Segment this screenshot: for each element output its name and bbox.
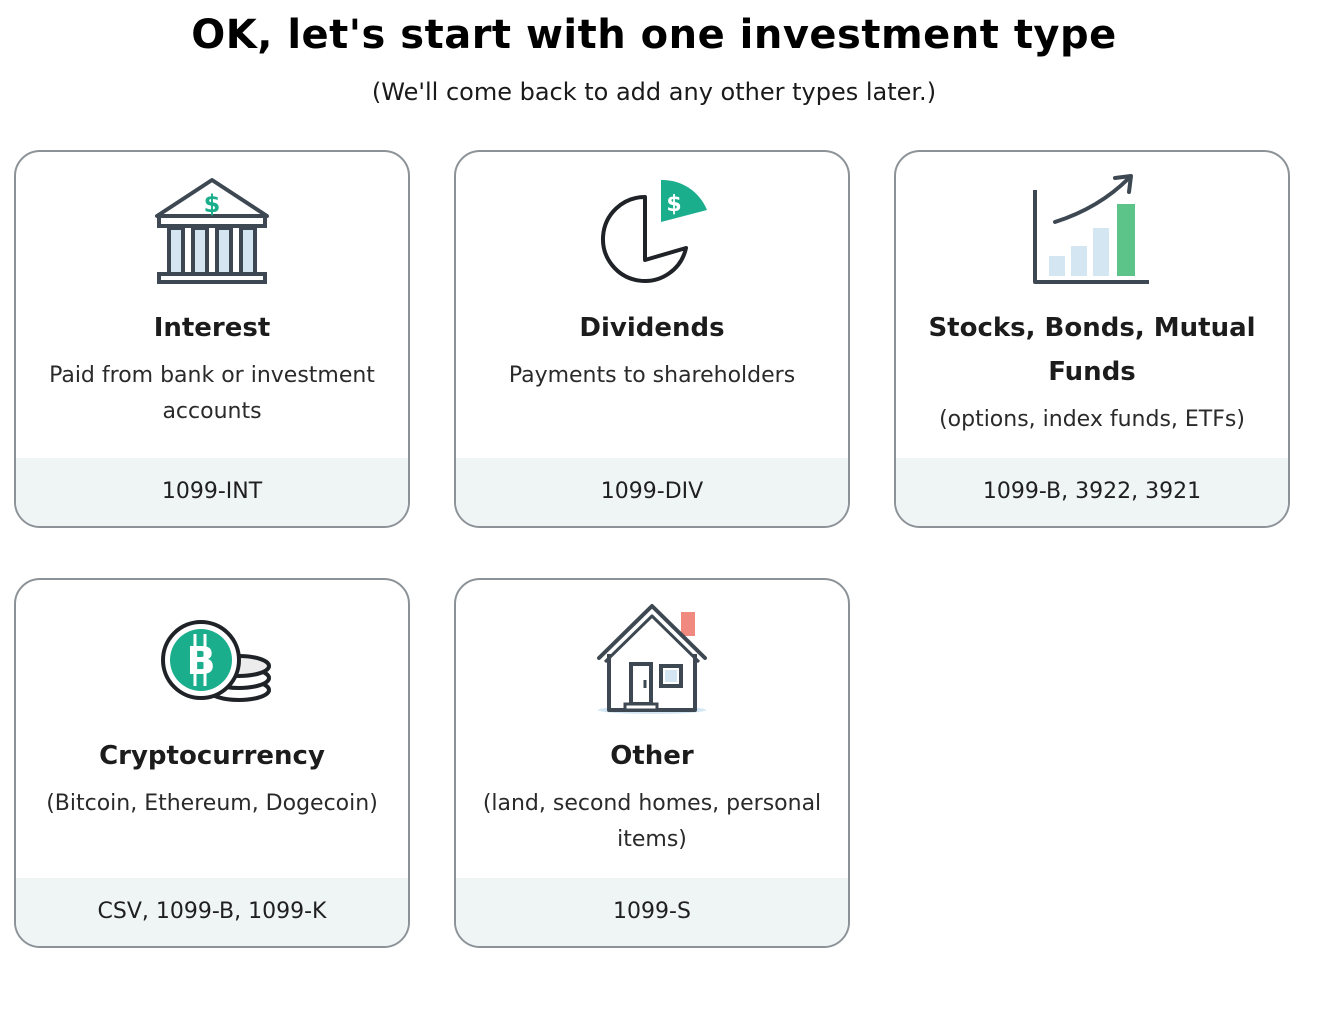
page-subtitle: (We'll come back to add any other types … xyxy=(371,78,937,106)
other-card[interactable]: Other (land, second homes, personal item… xyxy=(454,578,850,948)
card-title: Interest xyxy=(153,313,271,343)
card-forms: 1099-DIV xyxy=(456,458,848,526)
bank-icon: $ xyxy=(147,170,277,290)
card-title: Dividends xyxy=(579,313,725,343)
card-title: Stocks, Bonds, Mutual Funds xyxy=(928,313,1256,387)
card-description: Paid from bank or investment accounts xyxy=(49,363,375,424)
card-description: (options, index funds, ETFs) xyxy=(939,407,1245,432)
card-title: Cryptocurrency xyxy=(99,741,325,771)
card-forms: 1099-S xyxy=(456,878,848,946)
stocks-bonds-card[interactable]: Stocks, Bonds, Mutual Funds (options, in… xyxy=(894,150,1290,528)
house-icon xyxy=(587,598,717,718)
card-forms: 1099-B, 3922, 3921 xyxy=(896,458,1288,526)
growth-chart-icon xyxy=(1027,170,1157,290)
bitcoin-coins-icon: B xyxy=(147,598,277,718)
card-description: (land, second homes, personal items) xyxy=(482,791,822,852)
card-forms: CSV, 1099-B, 1099-K xyxy=(16,878,408,946)
svg-text:B: B xyxy=(187,639,216,683)
card-forms: 1099-INT xyxy=(16,458,408,526)
svg-text:$: $ xyxy=(666,192,681,217)
card-description: Payments to shareholders xyxy=(508,363,796,388)
dividends-card[interactable]: $ Dividends Payments to shareholders 109… xyxy=(454,150,850,528)
interest-card[interactable]: $ Interest Paid from bank or investment … xyxy=(14,150,410,528)
svg-text:$: $ xyxy=(204,190,221,218)
cryptocurrency-card[interactable]: B Cryptocurrency (Bitcoin, Ethereum, Dog… xyxy=(14,578,410,948)
page-title: OK, let's start with one investment type xyxy=(191,12,1117,58)
pie-chart-dollar-icon: $ xyxy=(587,170,717,290)
card-description: (Bitcoin, Ethereum, Dogecoin) xyxy=(46,791,378,816)
card-title: Other xyxy=(610,741,694,771)
